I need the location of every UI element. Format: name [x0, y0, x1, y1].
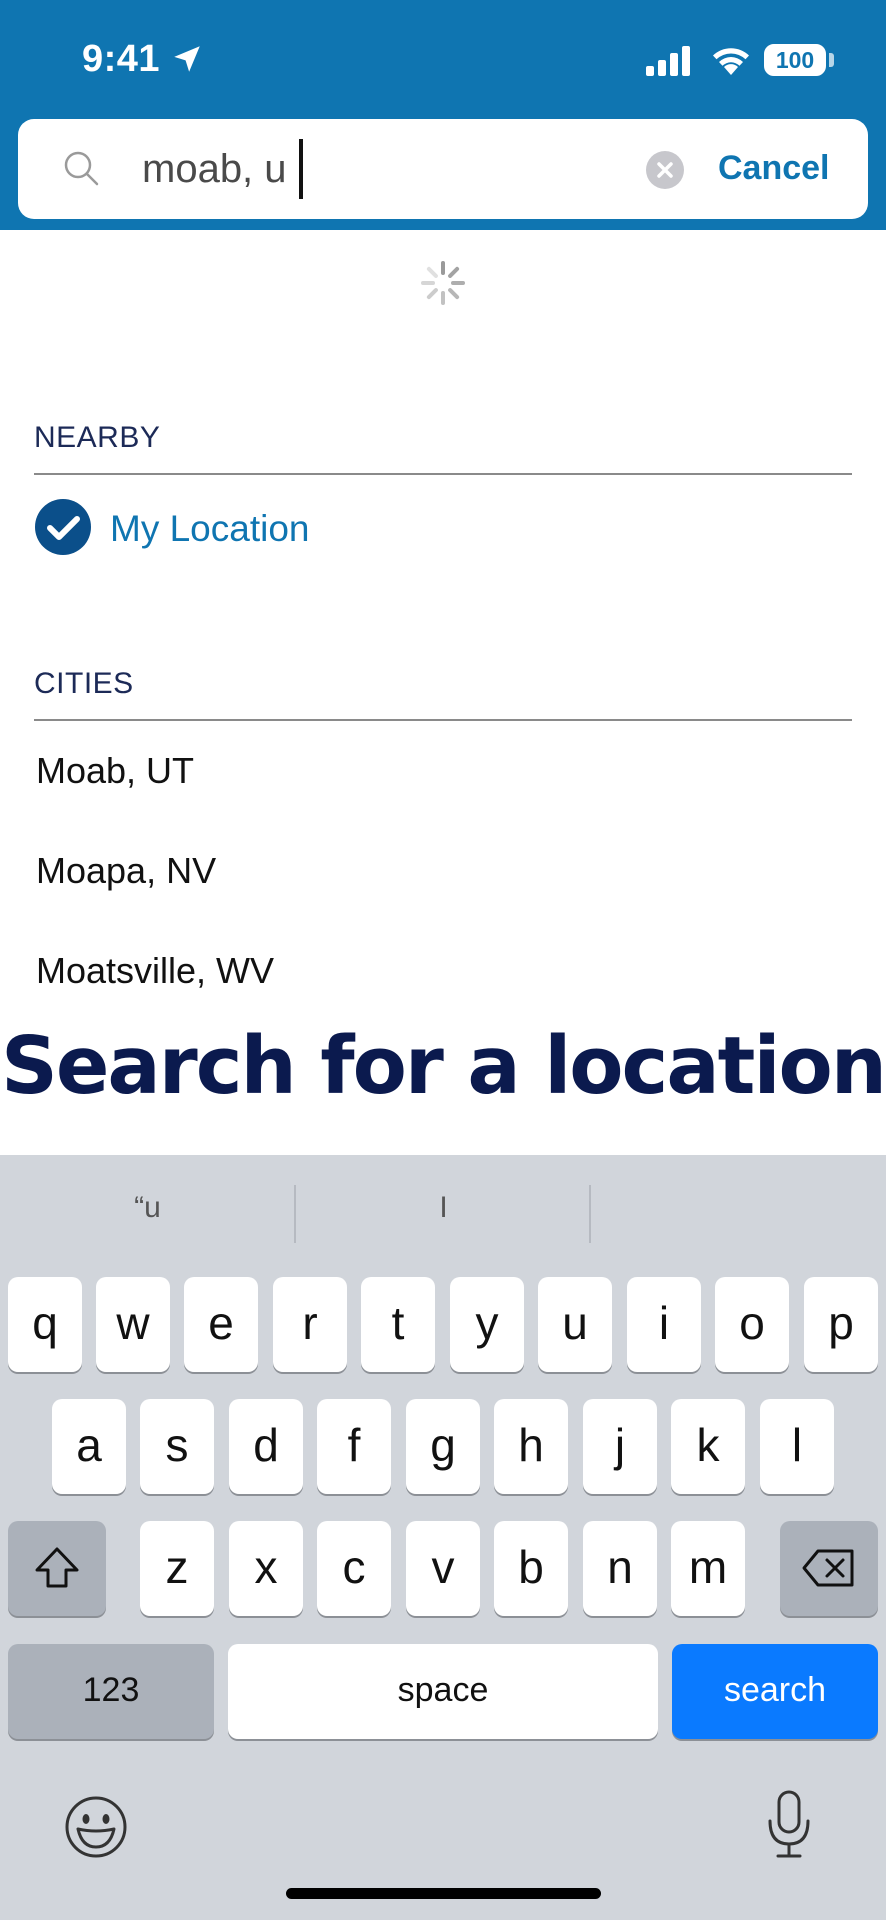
city-item[interactable]: Moatsville, WV — [36, 950, 852, 1000]
key-l[interactable]: l — [760, 1399, 834, 1494]
clear-search-button[interactable] — [646, 151, 684, 189]
key-k[interactable]: k — [671, 1399, 745, 1494]
status-time: 9:41 — [82, 38, 161, 80]
clear-x-icon — [657, 162, 673, 178]
key-a[interactable]: a — [52, 1399, 126, 1494]
location-arrow-icon — [174, 46, 200, 72]
cellular-signal-icon — [646, 46, 690, 76]
my-location-label: My Location — [110, 508, 310, 549]
key-o[interactable]: o — [715, 1277, 789, 1372]
promo-headline: Search for a location — [0, 1020, 886, 1112]
search-icon — [64, 151, 99, 186]
battery-icon: 100 — [764, 44, 826, 76]
key-f[interactable]: f — [317, 1399, 391, 1494]
key-c[interactable]: c — [317, 1521, 391, 1616]
backspace-icon — [802, 1549, 854, 1587]
suggestion-2[interactable]: I — [296, 1191, 591, 1225]
battery-nub — [829, 53, 834, 67]
numbers-key[interactable]: 123 — [8, 1644, 214, 1739]
space-key[interactable]: space — [228, 1644, 658, 1739]
wifi-icon — [713, 48, 749, 75]
key-j[interactable]: j — [583, 1399, 657, 1494]
key-t[interactable]: t — [361, 1277, 435, 1372]
battery-level: 100 — [775, 47, 815, 73]
city-item[interactable]: Moapa, NV — [36, 850, 852, 900]
cities-divider — [34, 719, 852, 721]
keyboard: “u I q w e r t y u i o p a s d f g h j k… — [0, 1155, 886, 1920]
key-h[interactable]: h — [494, 1399, 568, 1494]
key-w[interactable]: w — [96, 1277, 170, 1372]
checkmark-circle-icon — [35, 499, 91, 555]
key-y[interactable]: y — [450, 1277, 524, 1372]
search-bar[interactable]: Cancel — [18, 119, 868, 219]
key-r[interactable]: r — [273, 1277, 347, 1372]
key-u[interactable]: u — [538, 1277, 612, 1372]
suggestion-1[interactable]: “u — [0, 1191, 295, 1225]
text-caret — [299, 139, 303, 199]
home-indicator — [286, 1888, 601, 1899]
key-z[interactable]: z — [140, 1521, 214, 1616]
key-m[interactable]: m — [671, 1521, 745, 1616]
loading-spinner-icon — [421, 261, 465, 305]
status-bar: 9:41 100 — [0, 0, 886, 120]
key-p[interactable]: p — [804, 1277, 878, 1372]
key-s[interactable]: s — [140, 1399, 214, 1494]
header: 9:41 100 moab, u Cancel — [0, 0, 886, 230]
microphone-icon[interactable] — [764, 1789, 814, 1861]
emoji-icon[interactable] — [64, 1795, 128, 1859]
search-key[interactable]: search — [672, 1644, 878, 1739]
key-d[interactable]: d — [229, 1399, 303, 1494]
shift-arrow-icon — [35, 1547, 79, 1588]
backspace-key[interactable] — [780, 1521, 878, 1616]
cities-header: CITIES — [34, 667, 134, 700]
search-input[interactable] — [142, 141, 642, 197]
key-i[interactable]: i — [627, 1277, 701, 1372]
key-v[interactable]: v — [406, 1521, 480, 1616]
key-b[interactable]: b — [494, 1521, 568, 1616]
key-n[interactable]: n — [583, 1521, 657, 1616]
key-x[interactable]: x — [229, 1521, 303, 1616]
suggestion-bar: “u I — [0, 1155, 886, 1275]
key-q[interactable]: q — [8, 1277, 82, 1372]
shift-key[interactable] — [8, 1521, 106, 1616]
key-g[interactable]: g — [406, 1399, 480, 1494]
cancel-button[interactable]: Cancel — [718, 149, 830, 188]
nearby-header: NEARBY — [34, 421, 161, 454]
nearby-divider — [34, 473, 852, 475]
suggestion-divider — [589, 1185, 591, 1243]
key-e[interactable]: e — [184, 1277, 258, 1372]
city-item[interactable]: Moab, UT — [36, 750, 852, 800]
my-location-item[interactable]: My Location — [34, 498, 852, 556]
